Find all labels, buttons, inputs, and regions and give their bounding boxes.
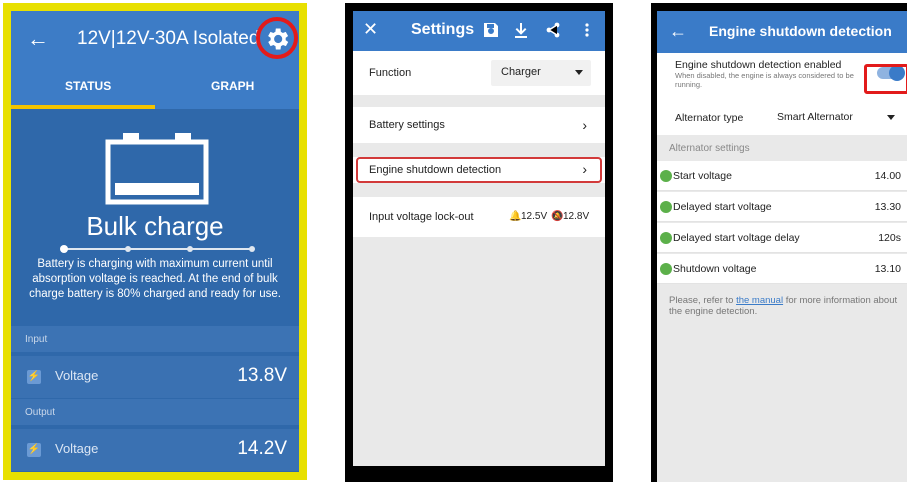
engine-phone-frame: ← Engine shutdown detection Engine shutd… [651, 3, 907, 482]
delayed-start-voltage-row[interactable]: Delayed start voltage 13.30 [657, 192, 907, 222]
settings-highlight-ring [256, 17, 298, 59]
start-voltage-row[interactable]: Start voltage 14.00 [657, 161, 907, 191]
engine-title: Engine shutdown detection [709, 23, 892, 39]
bolt-icon: ⚡ [27, 443, 41, 457]
setting-value: 14.00 [874, 170, 901, 182]
tab-bar: STATUS GRAPH [11, 69, 299, 109]
function-row: Function Charger [353, 51, 605, 95]
input-voltage-label: Voltage [55, 368, 99, 383]
settings-header: ✕ Settings [353, 11, 605, 51]
check-icon [660, 232, 672, 244]
output-section-label: Output [11, 399, 299, 425]
progress-dot-float [187, 246, 193, 252]
input-voltage-value: 13.8V [237, 365, 287, 386]
alternator-settings-heading: Alternator settings [669, 143, 750, 154]
charge-state-title: Bulk charge [86, 211, 224, 241]
battery-settings-label: Battery settings [369, 119, 445, 131]
charge-state-description: Battery is charging with maximum current… [29, 258, 281, 300]
caret-down-icon [887, 115, 895, 120]
bell-off-icon: 🔕 [551, 211, 564, 222]
function-value: Charger [501, 66, 541, 78]
battery-icon [105, 133, 209, 205]
status-phone-frame: ← 12V|12V-30A Isolated STATUS GRAPH Bulk… [3, 3, 307, 480]
settings-title: Settings [411, 21, 475, 38]
close-icon[interactable]: ✕ [363, 19, 378, 40]
function-label: Function [369, 67, 412, 79]
progress-dot-storage [249, 246, 255, 252]
function-select[interactable]: Charger [491, 60, 591, 86]
setting-value: 13.10 [874, 263, 901, 275]
back-arrow-icon[interactable]: ← [27, 27, 49, 51]
shutdown-voltage-row[interactable]: Shutdown voltage 13.10 [657, 254, 907, 284]
alternator-label: Alternator type [675, 112, 744, 124]
caret-down-icon [575, 70, 583, 75]
tab-graph[interactable]: GRAPH [211, 79, 254, 93]
input-section-label: Input [11, 326, 299, 352]
settings-phone-frame: ✕ Settings Function Charger Battery sett… [345, 3, 613, 482]
setting-value: 120s [878, 232, 901, 244]
status-screen: ← 12V|12V-30A Isolated STATUS GRAPH Bulk… [11, 11, 299, 472]
output-voltage-row: ⚡ Voltage 14.2V [11, 429, 299, 471]
alternator-value: Smart Alternator [777, 111, 853, 123]
alternator-select[interactable]: Smart Alternator [777, 111, 895, 123]
output-voltage-label: Voltage [55, 441, 99, 456]
input-voltage-row: ⚡ Voltage 13.8V [11, 356, 299, 398]
progress-dot-absorption [125, 246, 131, 252]
tab-status[interactable]: STATUS [65, 79, 111, 93]
charge-progress [60, 245, 255, 253]
tab-active-indicator [11, 105, 155, 109]
lockout-on-value: 12.5V [521, 211, 548, 222]
progress-dot-bulk [60, 245, 68, 253]
share-icon[interactable] [545, 21, 561, 39]
bell-icon: 🔔 [509, 211, 522, 222]
note-prefix: Please, refer to [669, 295, 737, 306]
engine-screen: ← Engine shutdown detection Engine shutd… [657, 11, 907, 482]
alternator-row: Alternator type Smart Alternator [657, 103, 907, 135]
input-lockout-label: Input voltage lock-out [369, 211, 474, 223]
check-icon [660, 201, 672, 213]
input-lockout-row[interactable]: Input voltage lock-out 🔔 12.5V 🔕 12.8V [353, 197, 605, 237]
toggle-highlight-ring [864, 64, 907, 94]
manual-link[interactable]: the manual [736, 295, 783, 306]
battery-settings-row[interactable]: Battery settings › [353, 107, 605, 143]
setting-label: Shutdown voltage [673, 263, 757, 275]
setting-value: 13.30 [874, 201, 901, 213]
lockout-off-value: 12.8V [563, 211, 590, 222]
check-icon [660, 170, 672, 182]
setting-label: Delayed start voltage delay [673, 232, 800, 244]
engine-shutdown-highlight [356, 157, 602, 183]
device-title: 12V|12V-30A Isolated [77, 28, 260, 49]
output-voltage-value: 14.2V [237, 438, 287, 459]
chevron-right-icon: › [582, 117, 587, 133]
enabled-subtitle: When disabled, the engine is always cons… [675, 71, 854, 89]
engine-header: ← Engine shutdown detection [657, 11, 907, 53]
enabled-title: Engine shutdown detection enabled [675, 59, 842, 71]
manual-note: Please, refer to the manual for more inf… [669, 295, 899, 317]
check-icon [660, 263, 672, 275]
back-arrow-icon[interactable]: ← [669, 21, 687, 42]
delayed-start-delay-row[interactable]: Delayed start voltage delay 120s [657, 223, 907, 253]
setting-label: Start voltage [673, 170, 732, 182]
download-icon[interactable] [513, 21, 529, 39]
setting-label: Delayed start voltage [673, 201, 772, 213]
more-menu-icon[interactable] [579, 21, 595, 39]
bolt-icon: ⚡ [27, 370, 41, 384]
settings-screen: ✕ Settings Function Charger Battery sett… [353, 11, 605, 466]
save-icon[interactable] [483, 21, 499, 39]
